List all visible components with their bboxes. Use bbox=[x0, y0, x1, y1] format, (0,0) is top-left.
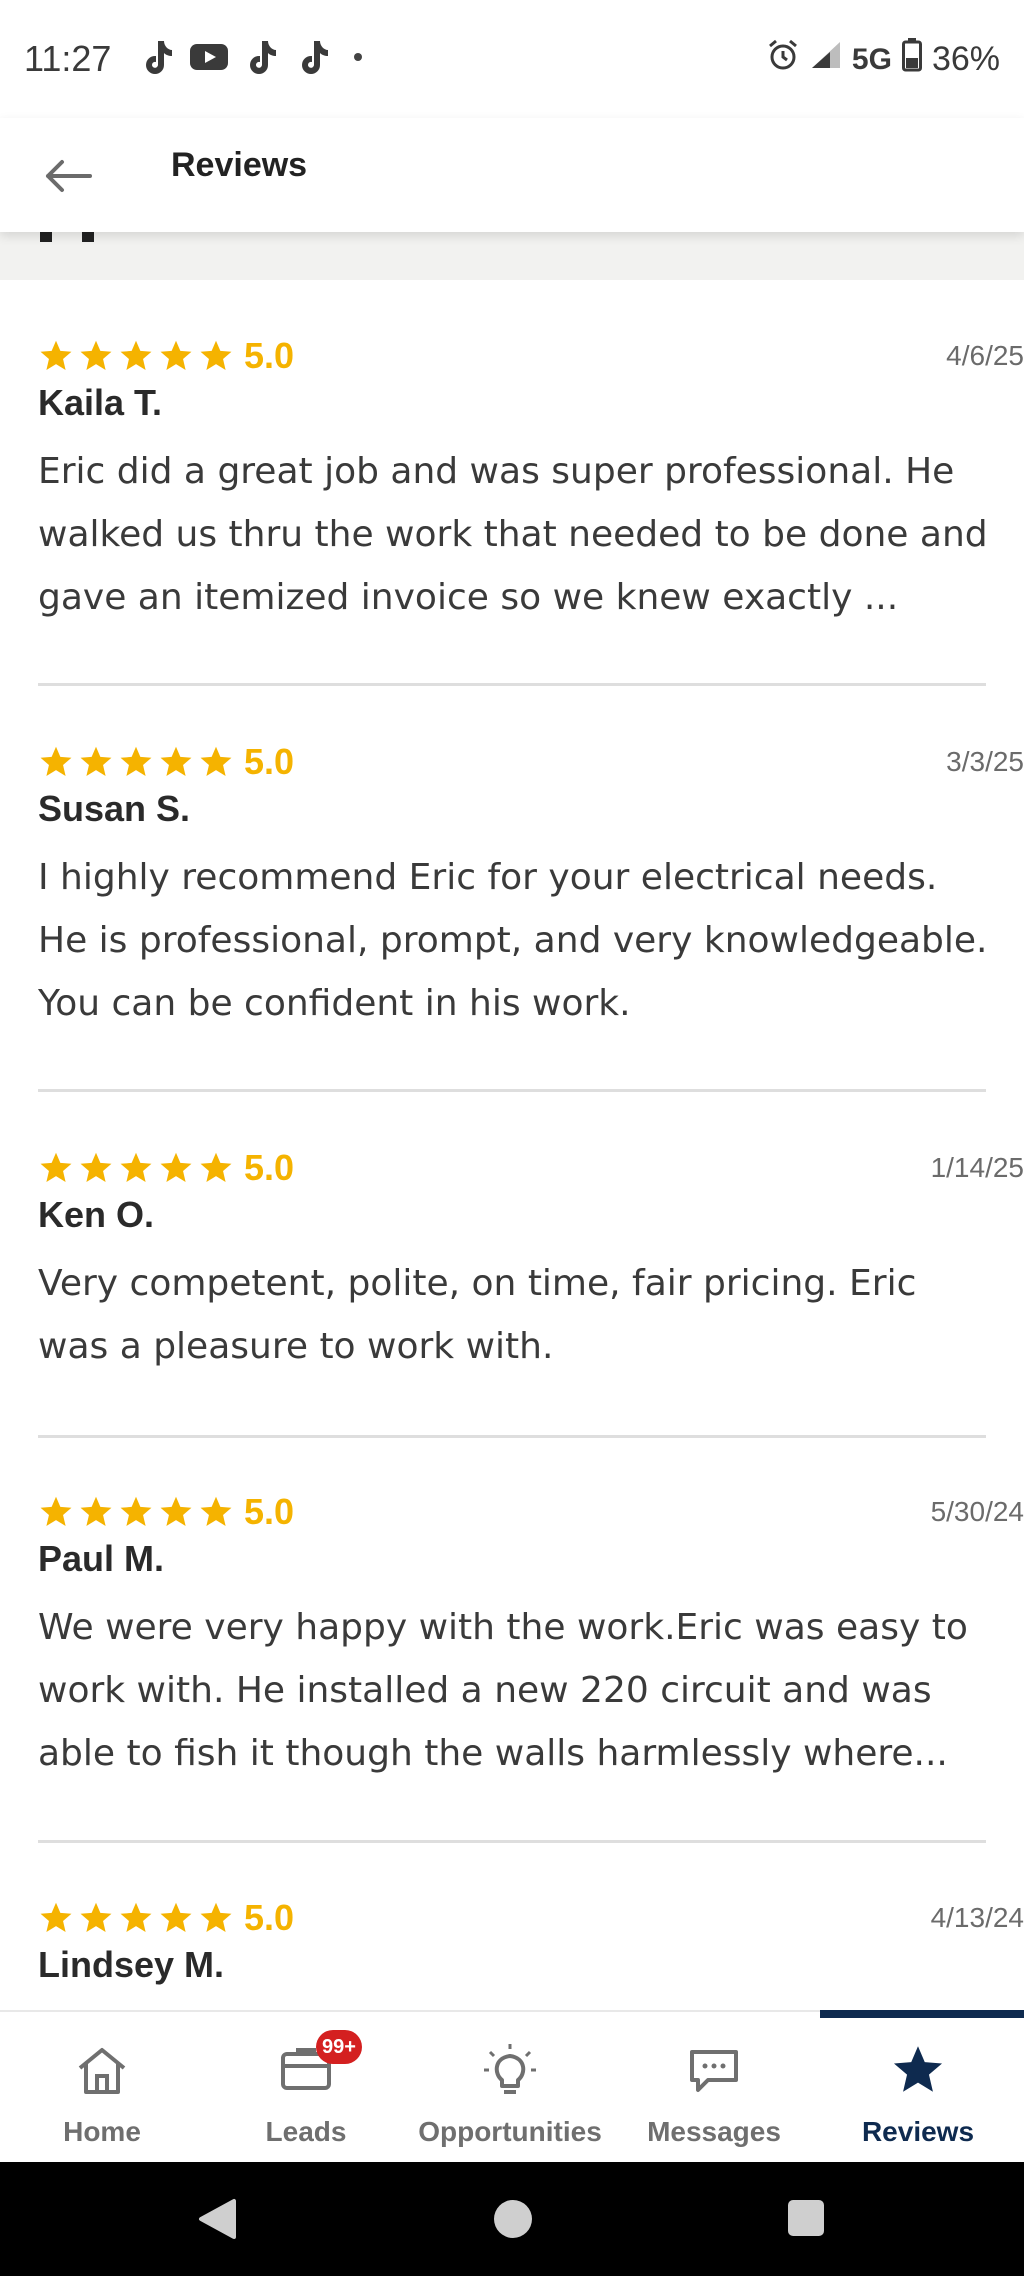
star-icon bbox=[40, 746, 72, 776]
star-icon bbox=[120, 1496, 152, 1526]
reviewer-name: Lindsey M. bbox=[38, 1944, 225, 1985]
review-divider bbox=[38, 1435, 986, 1438]
reviewer-name: Susan S. bbox=[38, 788, 191, 829]
star-icon bbox=[40, 1496, 72, 1526]
star-rating bbox=[38, 1900, 234, 1936]
nav-item-home[interactable]: Home bbox=[0, 2012, 204, 2164]
star-icon bbox=[893, 2046, 943, 2092]
nav-label-home: Home bbox=[63, 2116, 141, 2147]
nav-label-leads: Leads bbox=[265, 2116, 347, 2147]
rating-value: 5.0 bbox=[244, 1147, 295, 1188]
tiktok-icon bbox=[294, 38, 332, 76]
star-icon bbox=[160, 1152, 192, 1182]
back-button[interactable] bbox=[40, 148, 96, 204]
star-icon bbox=[200, 340, 232, 370]
star-icon bbox=[120, 746, 152, 776]
rating-row: 5.0 bbox=[38, 1147, 295, 1188]
star-icon bbox=[200, 1496, 232, 1526]
rating-row: 5.0 bbox=[38, 335, 295, 376]
review-divider bbox=[38, 683, 986, 686]
star-icon bbox=[80, 746, 112, 776]
nav-label-messages: Messages bbox=[647, 2116, 781, 2147]
youtube-icon bbox=[190, 38, 228, 76]
nav-item-opportunities[interactable]: Opportunities bbox=[408, 2012, 612, 2164]
star-rating bbox=[38, 1150, 234, 1186]
nav-item-messages[interactable]: Messages bbox=[612, 2012, 816, 2164]
star-rating bbox=[38, 338, 234, 374]
star-icon bbox=[80, 340, 112, 370]
star-icon bbox=[120, 1152, 152, 1182]
star-rating bbox=[38, 744, 234, 780]
rating-row: 5.0 bbox=[38, 741, 295, 782]
star-icon bbox=[200, 746, 232, 776]
review-date: 3/3/25 bbox=[946, 746, 1024, 777]
reviewer-name: Kaila T. bbox=[38, 382, 163, 423]
star-icon bbox=[40, 340, 72, 370]
arrow-left-icon bbox=[46, 160, 92, 192]
star-icon bbox=[160, 340, 192, 370]
system-nav-bar bbox=[0, 2162, 1024, 2276]
status-bar: 11:27 5G 36% bbox=[0, 0, 1024, 118]
reviewer-name: Paul M. bbox=[38, 1538, 165, 1579]
star-icon bbox=[160, 1902, 192, 1932]
review-text: Eric did a great job and was super profe… bbox=[38, 451, 988, 618]
star-icon bbox=[80, 1496, 112, 1526]
status-time: 11:27 bbox=[24, 38, 112, 79]
star-icon bbox=[80, 1902, 112, 1932]
review-date: 5/30/24 bbox=[930, 1496, 1024, 1527]
nav-item-reviews[interactable]: Reviews bbox=[816, 2012, 1020, 2164]
star-icon bbox=[120, 1902, 152, 1932]
app-header: Reviews bbox=[0, 118, 1024, 232]
more-notifications-dot bbox=[354, 53, 362, 61]
star-rating bbox=[38, 1494, 234, 1530]
status-app-icons bbox=[138, 38, 362, 76]
review-text: I highly recommend Eric for your electri… bbox=[38, 857, 988, 1024]
bottom-nav: Home 99+ Leads Opportunities Messages Re… bbox=[0, 2010, 1024, 2162]
rating-value: 5.0 bbox=[244, 1491, 295, 1532]
rating-value: 5.0 bbox=[244, 1897, 295, 1938]
star-icon bbox=[120, 340, 152, 370]
page-title: Reviews bbox=[171, 146, 308, 184]
star-icon bbox=[200, 1902, 232, 1932]
leads-count-badge: 99+ bbox=[316, 2030, 362, 2064]
home-icon bbox=[78, 2048, 126, 2094]
review-date: 1/14/25 bbox=[930, 1152, 1024, 1183]
reviews-list[interactable]: 5.0 4/6/25 Kaila T. Eric did a great job an… bbox=[0, 280, 1024, 2010]
system-home-icon[interactable] bbox=[492, 2198, 534, 2240]
star-icon bbox=[160, 1496, 192, 1526]
tiktok-icon bbox=[138, 38, 176, 76]
rating-value: 5.0 bbox=[244, 741, 295, 782]
reviewer-name: Ken O. bbox=[38, 1194, 155, 1235]
alarm-icon bbox=[766, 38, 800, 81]
review-divider bbox=[38, 1089, 986, 1092]
review-date: 4/6/25 bbox=[946, 340, 1024, 371]
scrolled-section-edge bbox=[0, 232, 1024, 280]
review-divider bbox=[38, 1840, 986, 1843]
messages-icon bbox=[690, 2050, 738, 2092]
rating-row: 5.0 bbox=[38, 1491, 295, 1532]
rating-value: 5.0 bbox=[244, 335, 295, 376]
star-icon bbox=[200, 1152, 232, 1182]
star-icon bbox=[80, 1152, 112, 1182]
battery-icon bbox=[901, 38, 922, 81]
review-text: Very competent, polite, on time, fair pr… bbox=[38, 1263, 917, 1367]
review-date: 4/13/24 bbox=[930, 1902, 1024, 1933]
system-back-icon[interactable] bbox=[196, 2198, 238, 2240]
star-icon bbox=[40, 1152, 72, 1182]
status-indicators: 5G 36% bbox=[766, 38, 1000, 81]
battery-level: 36% bbox=[931, 40, 1000, 78]
system-recents-icon[interactable] bbox=[786, 2198, 826, 2238]
signal-icon bbox=[810, 40, 842, 79]
star-icon bbox=[160, 746, 192, 776]
network-type: 5G bbox=[851, 42, 892, 76]
nav-item-leads[interactable]: 99+ Leads bbox=[204, 2012, 408, 2164]
review-text: We were very happy with the work.Eric wa… bbox=[38, 1607, 968, 1774]
nav-label-opportunities: Opportunities bbox=[418, 2116, 602, 2147]
rating-row: 5.0 bbox=[38, 1897, 295, 1938]
lightbulb-icon bbox=[484, 2044, 536, 2094]
star-icon bbox=[40, 1902, 72, 1932]
clipped-heading-fragment bbox=[40, 232, 120, 242]
tiktok-icon bbox=[242, 38, 280, 76]
nav-label-reviews: Reviews bbox=[861, 2116, 975, 2147]
